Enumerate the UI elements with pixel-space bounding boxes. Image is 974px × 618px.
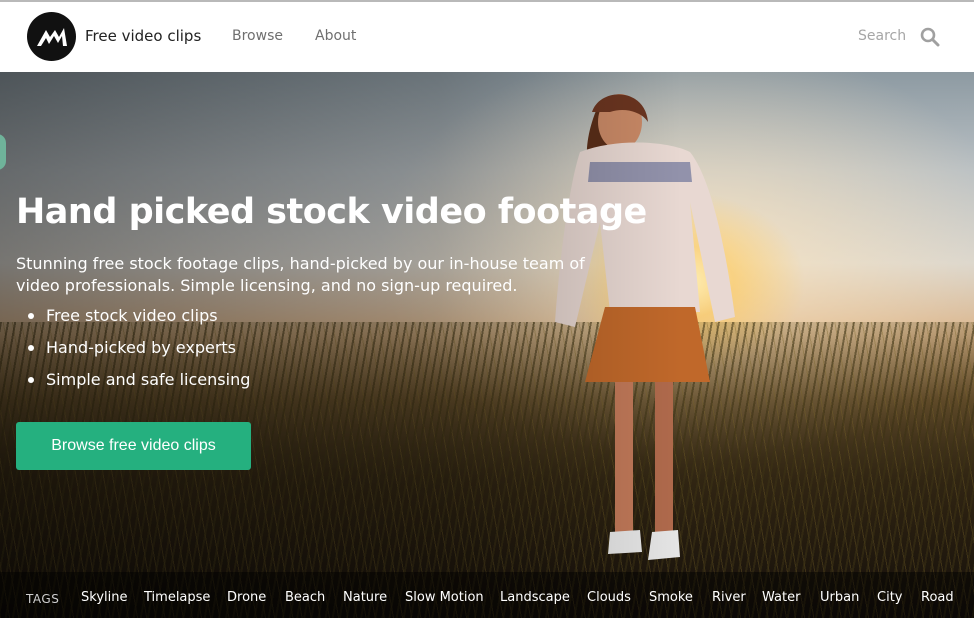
brand-name[interactable]: Free video clips xyxy=(85,27,201,45)
tags-bar: TAGS Skyline Timelapse Drone Beach Natur… xyxy=(0,572,974,618)
nav-browse[interactable]: Browse xyxy=(232,28,283,44)
tag-link[interactable]: Water xyxy=(762,590,800,605)
feature-item: Free stock video clips xyxy=(28,306,250,338)
tags-label: TAGS xyxy=(26,592,60,606)
tag-link[interactable]: Drone xyxy=(227,590,266,605)
bullet-icon xyxy=(28,377,34,383)
hero-title: Hand picked stock video footage xyxy=(16,192,647,232)
feature-text: Simple and safe licensing xyxy=(46,370,251,389)
tag-link[interactable]: Slow Motion xyxy=(405,590,484,605)
browse-clips-button[interactable]: Browse free video clips xyxy=(16,422,251,470)
tag-link[interactable]: Timelapse xyxy=(144,590,210,605)
tag-link[interactable]: Road xyxy=(921,590,954,605)
tag-link[interactable]: Urban xyxy=(820,590,859,605)
feature-text: Free stock video clips xyxy=(46,306,218,325)
nav-about[interactable]: About xyxy=(315,28,356,44)
hero-section: Hand picked stock video footage Stunning… xyxy=(0,72,974,618)
feature-text: Hand-picked by experts xyxy=(46,338,237,357)
search-icon[interactable] xyxy=(920,27,940,47)
hero-subtitle: Stunning free stock footage clips, hand-… xyxy=(16,254,585,295)
search-input[interactable]: Search xyxy=(858,28,906,44)
tag-link[interactable]: Clouds xyxy=(587,590,631,605)
logo-mark-icon xyxy=(36,27,67,46)
tag-link[interactable]: Nature xyxy=(343,590,387,605)
site-logo[interactable] xyxy=(27,12,76,61)
tag-link[interactable]: Beach xyxy=(285,590,325,605)
tag-link[interactable]: Landscape xyxy=(500,590,570,605)
tag-link[interactable]: Smoke xyxy=(649,590,693,605)
feature-item: Simple and safe licensing xyxy=(28,370,250,402)
bullet-icon xyxy=(28,313,34,319)
feature-list: Free stock video clips Hand-picked by ex… xyxy=(28,306,250,402)
site-header: Free video clips Browse About Search xyxy=(0,2,974,72)
tag-link[interactable]: City xyxy=(877,590,902,605)
side-tab[interactable] xyxy=(0,134,6,170)
bullet-icon xyxy=(28,345,34,351)
tag-link[interactable]: Skyline xyxy=(81,590,127,605)
feature-item: Hand-picked by experts xyxy=(28,338,250,370)
tag-link[interactable]: River xyxy=(712,590,746,605)
